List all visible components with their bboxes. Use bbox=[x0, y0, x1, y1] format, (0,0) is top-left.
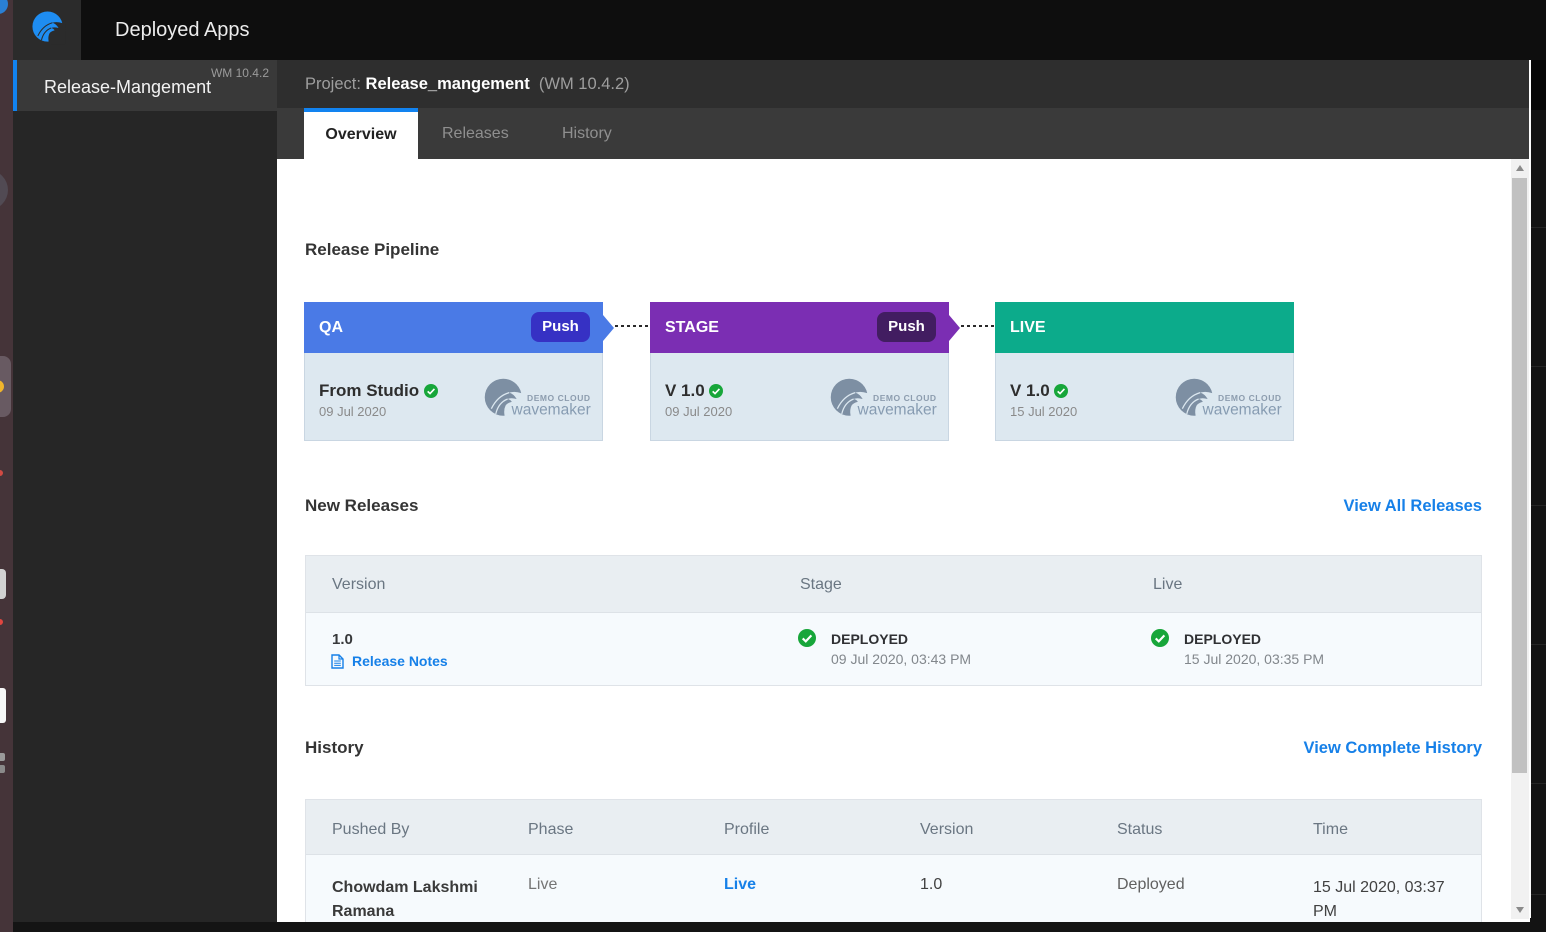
svg-text:wavemaker: wavemaker bbox=[857, 402, 937, 419]
svg-text:wavemaker: wavemaker bbox=[1202, 402, 1282, 419]
svg-text:wavemaker: wavemaker bbox=[511, 402, 591, 419]
